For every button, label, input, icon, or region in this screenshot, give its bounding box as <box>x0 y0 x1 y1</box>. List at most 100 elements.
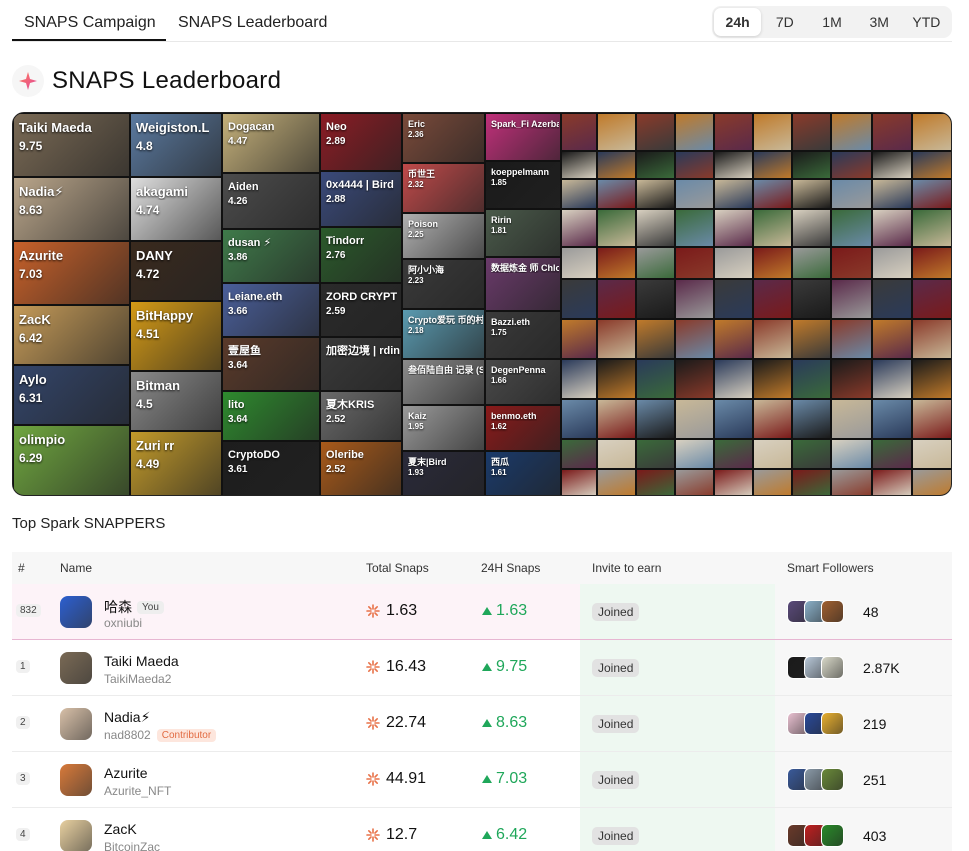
mosaic-mini-tile[interactable] <box>675 247 714 279</box>
mosaic-mini-tile[interactable] <box>675 359 714 399</box>
mosaic-mini-tile[interactable] <box>714 179 753 209</box>
mosaic-mini-tile[interactable] <box>831 209 872 247</box>
user-name[interactable]: Azurite <box>104 765 148 781</box>
mosaic-mini-tile[interactable] <box>753 179 792 209</box>
mosaic-mini-tile[interactable] <box>675 469 714 495</box>
mosaic-tile[interactable]: Spark_Fi Azerbaycan <box>485 113 561 161</box>
joined-badge[interactable]: Joined <box>592 603 640 621</box>
mosaic-mini-tile[interactable] <box>561 319 597 359</box>
mosaic-mini-tile[interactable] <box>597 247 636 279</box>
mosaic-mini-tile[interactable] <box>831 247 872 279</box>
mosaic-tile[interactable]: olimpio 6.29 <box>13 425 130 495</box>
mosaic-mini-tile[interactable] <box>597 113 636 151</box>
mosaic-mini-tile[interactable] <box>872 439 912 469</box>
mosaic-mini-tile[interactable] <box>753 113 792 151</box>
mosaic-tile[interactable]: CryptoDO 3.61 <box>222 441 320 495</box>
table-row[interactable]: 4 ZacK BitcoinZac 12.7 6.42 Joined 403 <box>12 808 952 851</box>
mosaic-mini-tile[interactable] <box>597 469 636 495</box>
mosaic-mini-tile[interactable] <box>675 151 714 179</box>
mosaic-mini-tile[interactable] <box>561 399 597 439</box>
mosaic-tile[interactable]: Leiane.eth 3.66 <box>222 283 320 337</box>
mosaic-mini-tile[interactable] <box>597 439 636 469</box>
mosaic-mini-tile[interactable] <box>714 469 753 495</box>
mosaic-mini-tile[interactable] <box>561 359 597 399</box>
col-smart-followers-header[interactable]: Smart Followers <box>787 561 874 575</box>
mosaic-mini-tile[interactable] <box>792 399 831 439</box>
mosaic-tile[interactable]: Neo 2.89 <box>320 113 402 171</box>
mosaic-mini-tile[interactable] <box>792 319 831 359</box>
mosaic-mini-tile[interactable] <box>714 399 753 439</box>
mosaic-mini-tile[interactable] <box>561 469 597 495</box>
avatar[interactable] <box>60 596 92 628</box>
mosaic-mini-tile[interactable] <box>636 319 675 359</box>
mosaic-tile[interactable]: 加密边境 | rdinals <box>320 337 402 391</box>
col-24h-snaps-header[interactable]: 24H Snaps <box>481 561 540 575</box>
mosaic-mini-tile[interactable] <box>912 319 951 359</box>
mosaic-tile[interactable]: Oleribe 2.52 <box>320 441 402 495</box>
mosaic-mini-tile[interactable] <box>831 439 872 469</box>
mosaic-mini-tile[interactable] <box>636 399 675 439</box>
mosaic-mini-tile[interactable] <box>872 359 912 399</box>
mosaic-mini-tile[interactable] <box>872 113 912 151</box>
follower-avatars[interactable] <box>787 768 844 791</box>
follower-avatars[interactable] <box>787 600 844 623</box>
mosaic-mini-tile[interactable] <box>792 179 831 209</box>
mosaic-mini-tile[interactable] <box>714 209 753 247</box>
mosaic-mini-tile[interactable] <box>753 247 792 279</box>
mosaic-tile[interactable]: Zuri rr 4.49 <box>130 431 222 495</box>
mosaic-mini-tile[interactable] <box>872 319 912 359</box>
mosaic-mini-tile[interactable] <box>792 151 831 179</box>
mosaic-mini-tile[interactable] <box>597 279 636 319</box>
mosaic-mini-tile[interactable] <box>792 439 831 469</box>
mosaic-tile[interactable]: ZORD CRYPT 2.59 <box>320 283 402 337</box>
mosaic-mini-tile[interactable] <box>714 113 753 151</box>
mosaic-mini-tile[interactable] <box>675 399 714 439</box>
mosaic-mini-tile[interactable] <box>561 151 597 179</box>
table-row[interactable]: 2 Nadia⚡ nad8802 Contributor 22.74 8.63 Joined… <box>12 696 952 752</box>
joined-badge[interactable]: Joined <box>592 659 640 677</box>
mosaic-tile[interactable]: dusan ⚡ 3.86 <box>222 229 320 283</box>
mosaic-mini-tile[interactable] <box>561 209 597 247</box>
mosaic-mini-tile[interactable] <box>597 319 636 359</box>
mosaic-mini-tile[interactable] <box>872 469 912 495</box>
mosaic-tile[interactable]: benmo.eth 1.62 <box>485 405 561 451</box>
mosaic-tile[interactable]: 西瓜 1.61 <box>485 451 561 495</box>
mosaic-mini-tile[interactable] <box>753 151 792 179</box>
mosaic-mini-tile[interactable] <box>912 469 951 495</box>
mosaic-mini-tile[interactable] <box>675 179 714 209</box>
mosaic-mini-tile[interactable] <box>636 179 675 209</box>
mosaic-mini-tile[interactable] <box>714 439 753 469</box>
mosaic-mini-tile[interactable] <box>636 247 675 279</box>
mosaic-mini-tile[interactable] <box>636 359 675 399</box>
mosaic-mini-tile[interactable] <box>561 247 597 279</box>
avatar[interactable] <box>60 708 92 740</box>
mosaic-tile[interactable]: Poison 2.25 <box>402 213 485 259</box>
mosaic-tile[interactable]: akagami 4.74 <box>130 177 222 241</box>
joined-badge[interactable]: Joined <box>592 715 640 733</box>
mosaic-mini-tile[interactable] <box>597 359 636 399</box>
mosaic-mini-tile[interactable] <box>792 359 831 399</box>
mosaic-mini-tile[interactable] <box>597 179 636 209</box>
mosaic-mini-tile[interactable] <box>831 279 872 319</box>
range-7d-button[interactable]: 7D <box>761 8 808 36</box>
mosaic-tile[interactable]: lito 3.64 <box>222 391 320 441</box>
mosaic-mini-tile[interactable] <box>872 247 912 279</box>
mosaic-mini-tile[interactable] <box>675 113 714 151</box>
mosaic-mini-tile[interactable] <box>792 209 831 247</box>
mosaic-tile[interactable]: Aylo 6.31 <box>13 365 130 425</box>
follower-avatars[interactable] <box>787 656 844 679</box>
mosaic-mini-tile[interactable] <box>561 279 597 319</box>
mosaic-mini-tile[interactable] <box>561 439 597 469</box>
user-name[interactable]: ZacK <box>104 821 137 837</box>
mosaic-tile[interactable]: 数据炼金 师 Chloe Zheng <box>485 257 561 311</box>
follower-avatars[interactable] <box>787 712 844 735</box>
mosaic-tile[interactable]: Bitman 4.5 <box>130 371 222 431</box>
mosaic-tile[interactable]: ZacK 6.42 <box>13 305 130 365</box>
mosaic-tile[interactable]: 夏木KRIS 2.52 <box>320 391 402 441</box>
avatar[interactable] <box>60 764 92 796</box>
mosaic-mini-tile[interactable] <box>597 151 636 179</box>
mosaic-mini-tile[interactable] <box>792 469 831 495</box>
mosaic-tile[interactable]: Taiki Maeda 9.75 <box>13 113 130 177</box>
mosaic-mini-tile[interactable] <box>792 113 831 151</box>
mosaic-mini-tile[interactable] <box>561 113 597 151</box>
